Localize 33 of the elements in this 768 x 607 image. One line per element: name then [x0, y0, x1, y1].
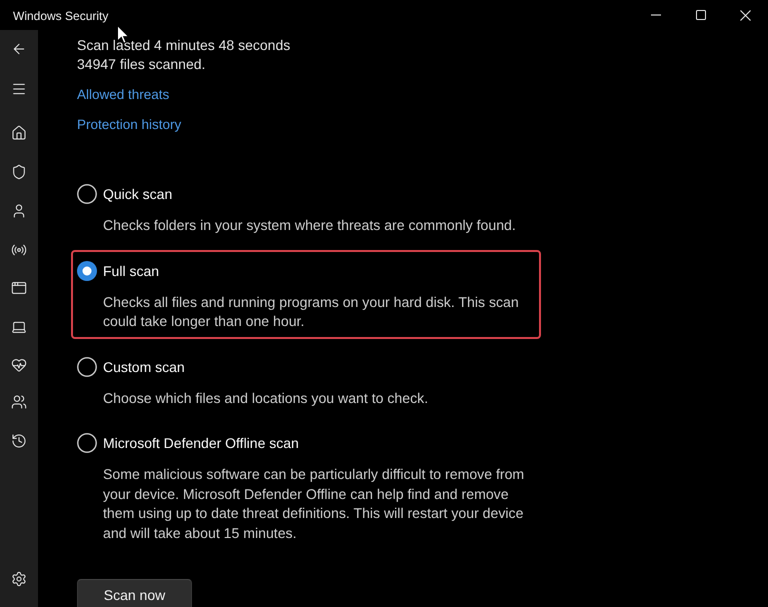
scan-summary-text: Scan lasted 4 minutes 48 seconds [77, 36, 290, 55]
antenna-icon[interactable] [11, 242, 27, 258]
heart-pulse-icon[interactable] [11, 357, 27, 373]
option-description: Checks folders in your system where threats are commonly found. [102, 216, 517, 235]
person-icon[interactable] [11, 203, 27, 219]
link[interactable]: Allowed threats [77, 85, 170, 104]
window-title: Windows Security [13, 9, 108, 23]
radio-button[interactable] [77, 184, 97, 204]
option-description: Some malicious software can be particularly difficult to remove from your device. Microsoft Defender Offline can help find and remove them using up to date threat definitions. This will restart your device and will take about 15 minutes. [102, 465, 526, 542]
app-window-icon[interactable] [11, 280, 27, 296]
option-description: Choose which files and locations you want to check. [102, 388, 430, 408]
radio-button[interactable] [77, 356, 97, 376]
scan-now-button[interactable]: Scan now [77, 579, 192, 607]
option-label[interactable]: Full scan [103, 262, 160, 278]
people-icon[interactable] [11, 394, 27, 410]
radio-button[interactable] [77, 260, 97, 280]
scan-summary-text: 34947 files scanned. [77, 55, 206, 74]
link[interactable]: Protection history [77, 115, 182, 134]
option-description: Checks all files and running programs on your hard disk. This scan could take longer than one hour. [102, 292, 520, 331]
home-icon[interactable] [11, 125, 27, 141]
option-label[interactable]: Custom scan [103, 358, 185, 374]
minimize-icon[interactable] [650, 14, 660, 16]
option-label[interactable]: Quick scan [103, 186, 172, 202]
settings-icon[interactable] [11, 571, 27, 587]
shield-icon[interactable] [11, 164, 27, 180]
maximize-icon[interactable] [696, 10, 706, 20]
history-icon[interactable] [11, 433, 27, 449]
menu-icon[interactable] [11, 81, 27, 97]
radio-button[interactable] [77, 433, 97, 453]
back-icon[interactable] [11, 41, 27, 57]
laptop-icon[interactable] [11, 319, 27, 335]
option-label[interactable]: Microsoft Defender Offline scan [103, 435, 299, 451]
close-icon[interactable] [740, 10, 751, 20]
